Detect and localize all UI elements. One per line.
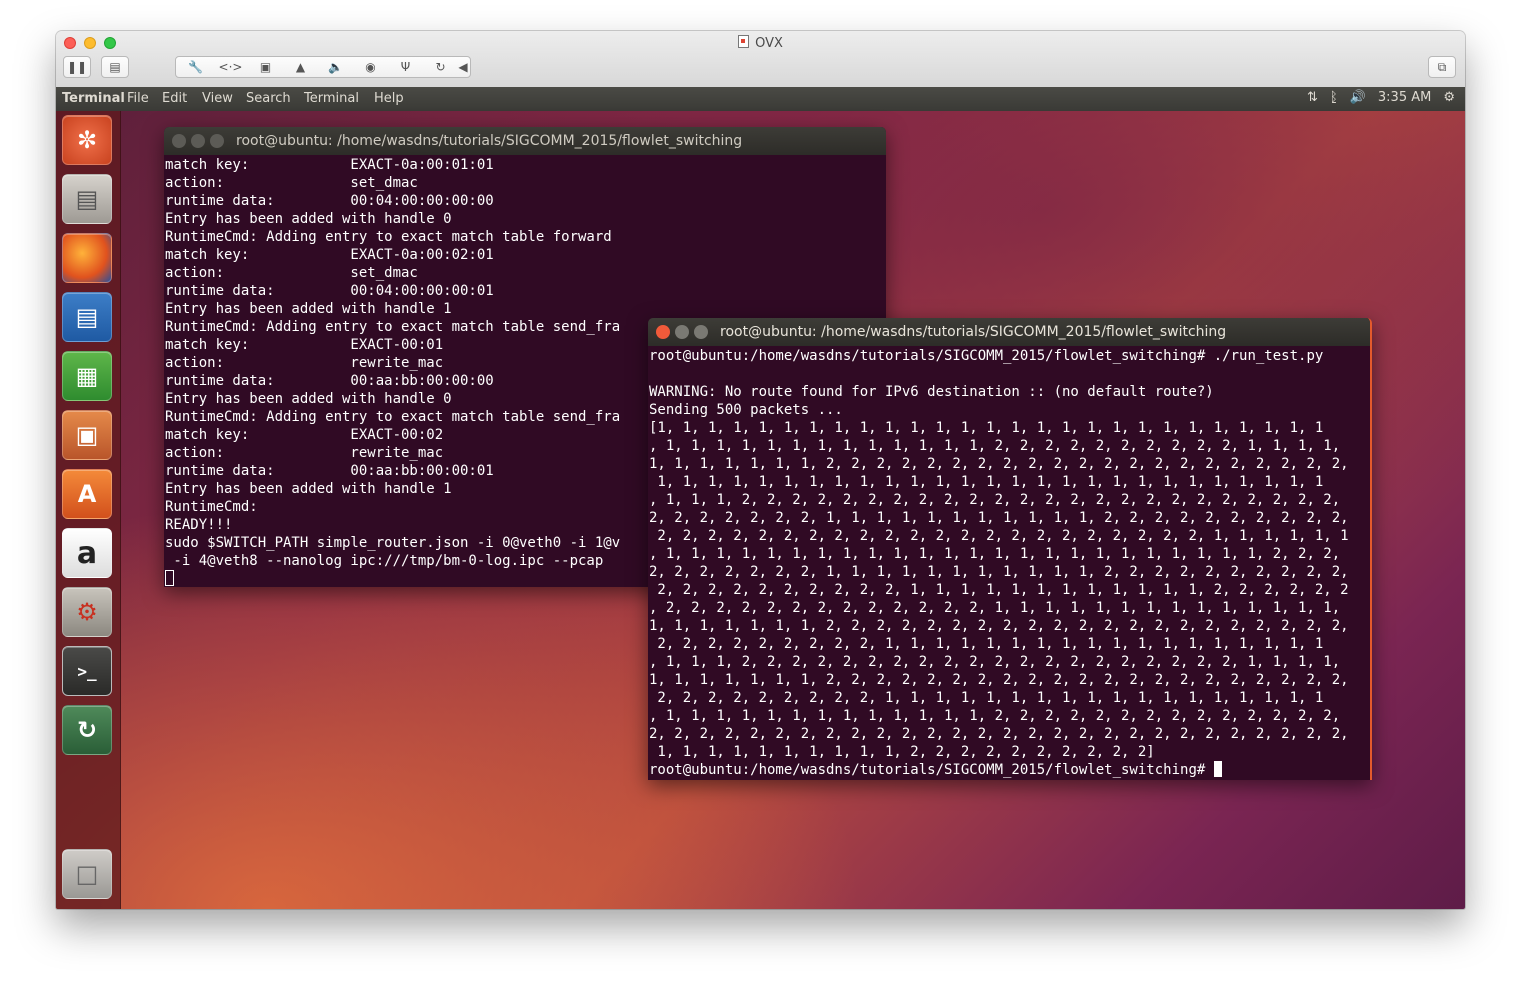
snapshot-button[interactable]: ▤: [101, 56, 129, 78]
terminal-line: WARNING: No route found for IPv6 destina…: [649, 384, 1214, 400]
minimize-icon[interactable]: [191, 134, 205, 148]
terminal-line: 1, 1, 1, 1, 1, 1, 1, 1, 1, 1, 2, 2, 2, 2…: [649, 744, 1155, 760]
terminal-line: action: set_dmac: [165, 265, 418, 281]
document-icon: [738, 35, 750, 48]
terminal-1-title: root@ubuntu: /home/wasdns/tutorials/SIGC…: [236, 133, 743, 149]
terminal-line: Sending 500 packets ...: [649, 402, 843, 418]
restore-button[interactable]: ⧉: [1428, 56, 1456, 78]
trash-icon[interactable]: □: [62, 849, 112, 899]
panel-indicators: ⇅ ַᛒ 🔊 3:35 AM ⚙: [1307, 90, 1455, 105]
menu-file[interactable]: File: [127, 91, 149, 106]
update-manager-icon[interactable]: ↻: [62, 705, 112, 755]
writer-icon[interactable]: ▤: [62, 292, 112, 342]
speaker-icon[interactable]: 🔈: [318, 60, 353, 74]
terminal-line: RuntimeCmd: Adding entry to exact match …: [165, 229, 612, 245]
software-center-icon[interactable]: A: [62, 469, 112, 519]
terminal-line: match key: EXACT-0a:00:01:01: [165, 157, 494, 173]
vm-title-text: OVX: [755, 36, 783, 51]
text-cursor: [165, 570, 174, 586]
terminal-line: 1, 1, 1, 1, 1, 1, 1, 1, 1, 1, 1, 1, 1, 1…: [649, 474, 1324, 490]
gear-icon[interactable]: ⚙: [1443, 90, 1455, 105]
menu-view[interactable]: View: [202, 91, 233, 106]
vm-toolbar-group: 🔧 <·> ▣ ▲ 🔈 ◉ Ψ ↻ ◀: [175, 56, 471, 78]
disk-icon[interactable]: ▣: [248, 60, 283, 74]
firefox-icon[interactable]: [62, 233, 112, 283]
terminal-line: Entry has been added with handle 1: [165, 301, 452, 317]
terminal-line: 1, 1, 1, 1, 1, 1, 1, 2, 2, 2, 2, 2, 2, 2…: [649, 618, 1349, 634]
launcher: ✼ ▤ ▤ ▦ ▣ A a ⚙ >_ ↻ □: [56, 111, 121, 909]
terminal-line: 2, 2, 2, 2, 2, 2, 2, 2, 2, 2, 2, 2, 2, 2…: [649, 726, 1349, 742]
wrench-icon[interactable]: 🔧: [178, 60, 213, 74]
menu-help[interactable]: Help: [374, 91, 404, 106]
files-icon[interactable]: ▤: [62, 174, 112, 224]
terminal-line: runtime data: 00:04:00:00:00:00: [165, 193, 494, 209]
terminal-prompt: root@ubuntu:/home/wasdns/tutorials/SIGCO…: [649, 762, 1214, 778]
pause-button[interactable]: ❚❚: [63, 56, 91, 78]
amazon-icon[interactable]: a: [62, 528, 112, 578]
camera-icon[interactable]: ◉: [353, 60, 388, 74]
close-icon[interactable]: [656, 325, 670, 339]
maximize-icon[interactable]: [694, 325, 708, 339]
terminal-1-titlebar[interactable]: root@ubuntu: /home/wasdns/tutorials/SIGC…: [164, 127, 886, 155]
terminal-line: , 1, 1, 1, 2, 2, 2, 2, 2, 2, 2, 2, 2, 2,…: [649, 492, 1341, 508]
terminal-line: 2, 2, 2, 2, 2, 2, 2, 2, 2, 1, 1, 1, 1, 1…: [649, 690, 1324, 706]
terminal-line: , 1, 1, 1, 2, 2, 2, 2, 2, 2, 2, 2, 2, 2,…: [649, 654, 1341, 670]
pause-icon: ❚❚: [66, 60, 88, 74]
terminal-line: runtime data: 00:04:00:00:00:01: [165, 283, 494, 299]
terminal-2-title: root@ubuntu: /home/wasdns/tutorials/SIGC…: [720, 324, 1227, 340]
terminal-line: 2, 2, 2, 2, 2, 2, 2, 2, 2, 2, 2, 2, 2, 2…: [649, 528, 1349, 544]
snapshot-icon: ▤: [109, 60, 121, 74]
restore-icon: ⧉: [1437, 59, 1447, 74]
terminal-line: root@ubuntu:/home/wasdns/tutorials/SIGCO…: [649, 348, 1324, 364]
calc-icon[interactable]: ▦: [62, 351, 112, 401]
volume-icon[interactable]: 🔊: [1350, 90, 1366, 105]
minimize-icon[interactable]: [675, 325, 689, 339]
terminal-line: 2, 2, 2, 2, 2, 2, 2, 2, 2, 1, 1, 1, 1, 1…: [649, 636, 1324, 652]
terminal-window-2[interactable]: root@ubuntu: /home/wasdns/tutorials/SIGC…: [648, 318, 1372, 780]
sync-icon[interactable]: ↻: [423, 60, 458, 74]
terminal-2-output[interactable]: root@ubuntu:/home/wasdns/tutorials/SIGCO…: [648, 346, 1370, 779]
panel-app-name: Terminal: [62, 91, 125, 106]
top-panel: Terminal File Edit View Search Terminal …: [56, 87, 1465, 111]
close-icon[interactable]: [172, 134, 186, 148]
menu-terminal[interactable]: Terminal: [304, 91, 359, 106]
network-icon[interactable]: ⇅: [1307, 90, 1318, 105]
maximize-icon[interactable]: [210, 134, 224, 148]
vm-window: OVX ❚❚ ▤ 🔧 <·> ▣ ▲ 🔈 ◉ Ψ ↻ ◀ ⧉ Terminal File Ed…: [56, 31, 1465, 909]
bluetooth-icon[interactable]: ַᛒ: [1330, 90, 1338, 105]
menu-search[interactable]: Search: [246, 91, 291, 106]
terminal-prompt-line: root@ubuntu:/home/wasdns/tutorials/SIGCO…: [649, 761, 1370, 779]
chevron-left-icon[interactable]: ◀: [458, 60, 468, 74]
terminal-icon[interactable]: >_: [62, 646, 112, 696]
terminal-line: 2, 2, 2, 2, 2, 2, 2, 1, 1, 1, 1, 1, 1, 1…: [649, 564, 1349, 580]
settings-icon[interactable]: ⚙: [62, 587, 112, 637]
terminal-line: 1, 1, 1, 1, 1, 1, 1, 2, 2, 2, 2, 2, 2, 2…: [649, 672, 1349, 688]
impress-icon[interactable]: ▣: [62, 410, 112, 460]
usb-icon[interactable]: Ψ: [388, 60, 423, 74]
terminal-line: , 2, 2, 2, 2, 2, 2, 2, 2, 2, 2, 2, 2, 2,…: [649, 600, 1341, 616]
terminal-line: [1, 1, 1, 1, 1, 1, 1, 1, 1, 1, 1, 1, 1, …: [649, 420, 1324, 436]
terminal-line: , 1, 1, 1, 1, 1, 1, 1, 1, 1, 1, 1, 1, 1,…: [649, 546, 1341, 562]
terminal-line: Entry has been added with handle 0: [165, 211, 452, 227]
terminal-line: 2, 2, 2, 2, 2, 2, 2, 1, 1, 1, 1, 1, 1, 1…: [649, 510, 1349, 526]
terminal-line: , 1, 1, 1, 1, 1, 1, 1, 1, 1, 1, 1, 1, 1,…: [649, 438, 1341, 454]
vm-title: OVX: [56, 35, 1465, 51]
terminal-line: 2, 2, 2, 2, 2, 2, 2, 2, 2, 2, 1, 1, 1, 1…: [649, 582, 1349, 598]
terminal-line: action: set_dmac: [165, 175, 418, 191]
vm-titlebar: OVX ❚❚ ▤ 🔧 <·> ▣ ▲ 🔈 ◉ Ψ ↻ ◀ ⧉: [56, 31, 1465, 88]
clock[interactable]: 3:35 AM: [1378, 90, 1431, 105]
terminal-line: 1, 1, 1, 1, 1, 1, 1, 2, 2, 2, 2, 2, 2, 2…: [649, 456, 1349, 472]
terminal-2-titlebar[interactable]: root@ubuntu: /home/wasdns/tutorials/SIGC…: [648, 318, 1370, 346]
ubuntu-dash-icon[interactable]: ✼: [62, 115, 112, 165]
code-icon[interactable]: <·>: [213, 60, 248, 74]
terminal-line: , 1, 1, 1, 1, 1, 1, 1, 1, 1, 1, 1, 1, 1,…: [649, 708, 1341, 724]
text-cursor: [1213, 761, 1222, 777]
lock-icon[interactable]: ▲: [283, 60, 318, 74]
ubuntu-desktop: Terminal File Edit View Search Terminal …: [56, 87, 1465, 909]
menu-edit[interactable]: Edit: [162, 91, 187, 106]
terminal-line: match key: EXACT-0a:00:02:01: [165, 247, 494, 263]
